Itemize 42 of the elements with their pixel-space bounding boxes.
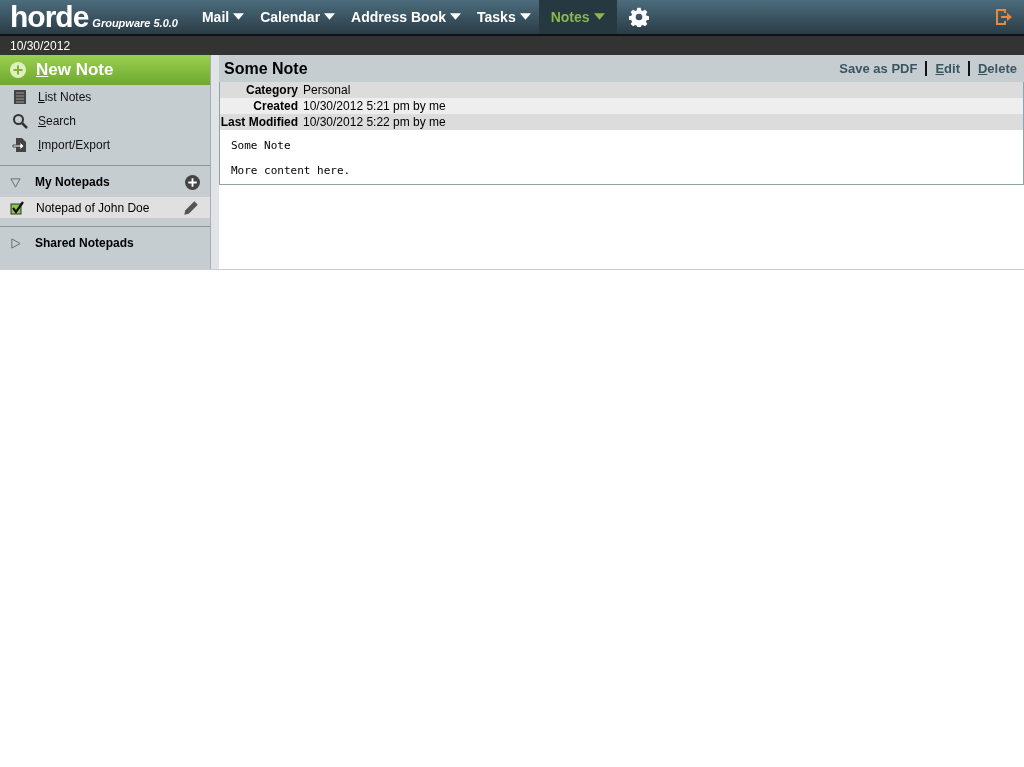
action-link[interactable]: Delete [977,61,1017,76]
field-label: Created [252,99,298,113]
section-title[interactable]: Shared Notepads [35,236,200,250]
section-title[interactable]: My Notepads [35,175,185,189]
menu-tab[interactable]: Address Book [343,0,469,34]
sidebar-link[interactable]: List Notes [0,85,92,109]
horde-logo: horde [10,2,89,32]
menu-tab[interactable]: Notes [538,0,617,34]
caret-icon [324,13,336,21]
collapse-icon[interactable] [10,176,21,188]
note-text: More content here. [231,164,352,177]
field-value: 10/30/2012 5:22 pm by me [303,115,446,129]
pencil-icon[interactable] [182,198,200,217]
add-icon[interactable] [185,174,200,190]
logout-icon[interactable] [994,7,1014,27]
sidebar-link[interactable]: Import/Export [0,133,111,157]
list-icon [12,89,28,105]
field-value: 10/30/2012 5:21 pm by me [303,99,446,113]
caret-icon [519,13,531,21]
import-icon [12,137,28,153]
menu-tab[interactable]: Tasks [469,0,539,34]
caret-icon [233,13,245,21]
field-value: Personal [303,83,351,97]
expand-icon[interactable] [10,237,21,249]
settings-icon[interactable] [628,7,649,27]
checkbox[interactable] [10,200,24,215]
field-label: Last Modified [220,115,298,129]
version-label: Groupware 5.0.0 [92,17,178,29]
plus-icon [10,62,26,78]
search-icon [12,113,28,129]
menu-tab[interactable]: Mail [193,0,253,34]
action-link[interactable]: Save as PDF [839,61,918,76]
menu-tab[interactable]: Calendar [252,0,344,34]
sidebar-link[interactable]: Search [0,109,77,133]
splitter-handle[interactable] [210,55,219,269]
date-label: 10/30/2012 [10,38,71,53]
field-label: Category [245,83,298,97]
caret-icon [593,13,605,21]
action-link[interactable]: Edit [935,61,960,76]
note-text: Some Note [231,139,292,152]
caret-icon [450,13,461,21]
note-title: Some Note [224,59,308,78]
